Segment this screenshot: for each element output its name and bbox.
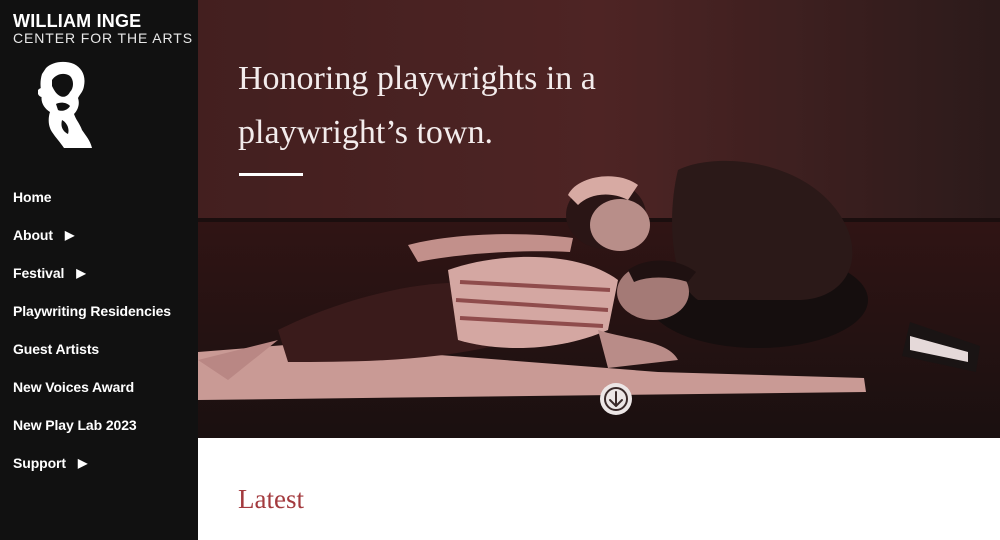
nav-item-new-play-lab-2023[interactable]: New Play Lab 2023 [13,406,193,444]
nav-item-support[interactable]: Support ▶ [13,444,193,482]
nav-item-label[interactable]: Festival [13,265,64,281]
hero-divider [239,173,303,176]
triangle-right-icon[interactable]: ▶ [65,229,74,241]
sidebar: WILLIAM INGE CENTER FOR THE ARTS Home Ab… [0,0,198,540]
nav-item-about[interactable]: About ▶ [13,216,193,254]
nav-item-label[interactable]: New Play Lab 2023 [13,417,137,433]
hero-banner: Honoring playwrights in a playwright’s t… [198,0,1000,438]
nav-item-label[interactable]: Playwriting Residencies [13,303,171,319]
brand[interactable]: WILLIAM INGE CENTER FOR THE ARTS [13,12,193,46]
nav-item-label[interactable]: New Voices Award [13,379,134,395]
nav-item-label[interactable]: About [13,227,53,243]
triangle-right-icon[interactable]: ▶ [78,457,87,469]
latest-heading: Latest [238,484,304,514]
playwright-portrait-logo[interactable] [34,60,94,150]
brand-subtitle[interactable]: CENTER FOR THE ARTS [13,30,193,46]
scroll-down-button[interactable] [600,383,632,415]
arrow-down-circle-icon[interactable] [600,383,632,415]
nav-item-new-voices-award[interactable]: New Voices Award [13,368,193,406]
nav-item-guest-artists[interactable]: Guest Artists [13,330,193,368]
nav-item-label[interactable]: Guest Artists [13,341,99,357]
nav-item-home[interactable]: Home [13,178,193,216]
brand-name[interactable]: WILLIAM INGE [13,12,193,30]
main-navigation: Home About ▶ Festival ▶ Playwriting Resi… [13,178,193,482]
hero-title: Honoring playwrights in a playwright’s t… [238,60,596,151]
nav-item-playwriting-residencies[interactable]: Playwriting Residencies [13,292,193,330]
nav-item-label[interactable]: Home [13,189,52,205]
nav-item-festival[interactable]: Festival ▶ [13,254,193,292]
nav-item-label[interactable]: Support [13,455,66,471]
main-content: Latest [198,438,1000,540]
triangle-right-icon[interactable]: ▶ [76,267,85,279]
